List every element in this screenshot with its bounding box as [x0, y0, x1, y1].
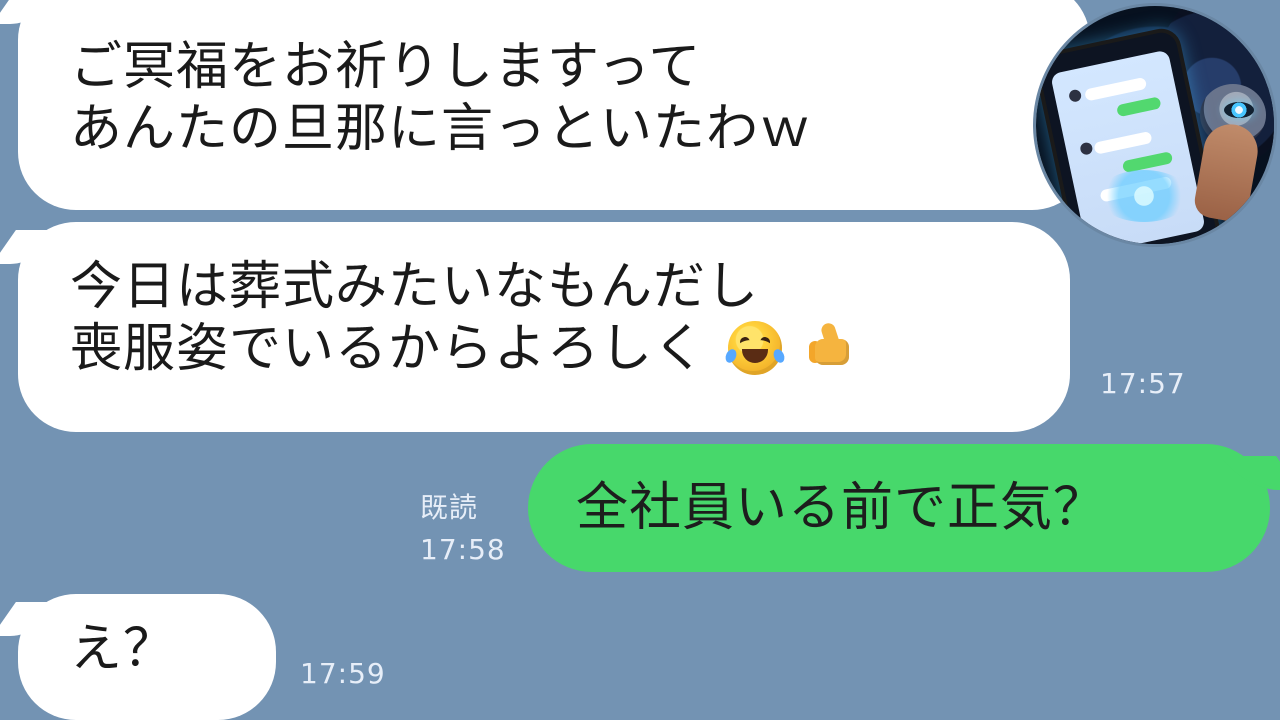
message-time: 17:58	[420, 533, 506, 566]
message-line: 喪服姿でいるからよろしく	[70, 318, 1070, 380]
message-text: え？	[70, 619, 177, 679]
message-text: 全社員いる前で正気？	[576, 478, 1107, 538]
message-line: ご冥福をお祈りしますって	[70, 37, 702, 97]
spy-phone-badge-icon	[1036, 6, 1274, 244]
read-status-block: 既読 17:58	[420, 490, 506, 568]
rolling-on-the-floor-laughing-icon	[723, 321, 787, 375]
incoming-message-2: 今日は葬式みたいなもんだし 喪服姿でいるからよろしく	[18, 222, 1070, 432]
outgoing-message: 全社員いる前で正気？	[528, 444, 1270, 572]
message-line: あんたの旦那に言っといたわｗ	[70, 99, 813, 159]
incoming-message-3: え？	[18, 594, 276, 720]
message-line: 今日は葬式みたいなもんだし	[70, 257, 760, 317]
incoming-message-1: ご冥福をお祈りしますって あんたの旦那に言っといたわｗ	[18, 0, 1090, 210]
message-time: 17:57	[1100, 367, 1186, 400]
chat-screen: ご冥福をお祈りしますって あんたの旦那に言っといたわｗ 今日は葬式みたいなもんだ…	[0, 0, 1280, 720]
thumbs-up-icon	[809, 321, 857, 373]
message-text: 喪服姿でいるからよろしく	[70, 319, 707, 379]
read-label: 既読	[420, 491, 479, 524]
message-time: 17:59	[300, 657, 386, 690]
